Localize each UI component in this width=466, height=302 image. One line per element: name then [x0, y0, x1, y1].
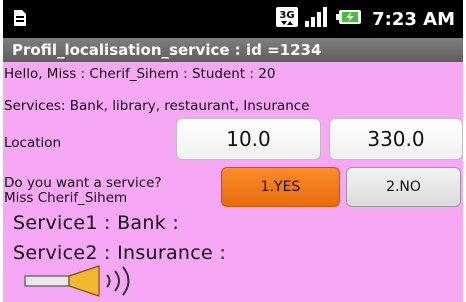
location-y-field[interactable]: 330.0 [329, 118, 463, 160]
yes-button[interactable]: 1.YES [221, 167, 340, 207]
status-icons: 3G 7:23 AM [276, 0, 455, 38]
sim-card-icon [13, 9, 27, 27]
3g-icon: 3G [276, 6, 299, 32]
app-title-bar: Profil_localisation_service : id =1234 [3, 38, 463, 62]
status-time: 7:23 AM [372, 8, 455, 30]
question-text: Do you want a service? Miss Cherif_Sihem [4, 176, 162, 206]
question-line-2: Miss Cherif_Sihem [4, 190, 128, 206]
service1-text: Service1 : Bank : [13, 212, 180, 234]
device-frame: 3G 7:23 AM Profil_localisation_service:… [0, 0, 466, 302]
status-bar: 3G 7:23 AM [3, 0, 463, 38]
services-text: Services: Bank, library, restaurant, Ins… [4, 98, 310, 114]
service2-text: Service2 : Insurance : [13, 242, 227, 264]
svg-text:3G: 3G [280, 10, 295, 21]
location-label: Location [4, 135, 62, 151]
app-screen: 3G 7:23 AM Profil_localisation_service:… [3, 0, 463, 302]
no-button[interactable]: 2.NO [346, 167, 461, 207]
signal-icon [304, 6, 330, 32]
speaker-sound-icon[interactable] [23, 263, 157, 302]
question-line-1: Do you want a service? [4, 175, 162, 191]
location-x-field[interactable]: 10.0 [176, 118, 321, 160]
greeting-text: Hello, Miss : Cherif_Sihem : Student : 2… [4, 66, 276, 82]
battery-icon [336, 6, 362, 32]
